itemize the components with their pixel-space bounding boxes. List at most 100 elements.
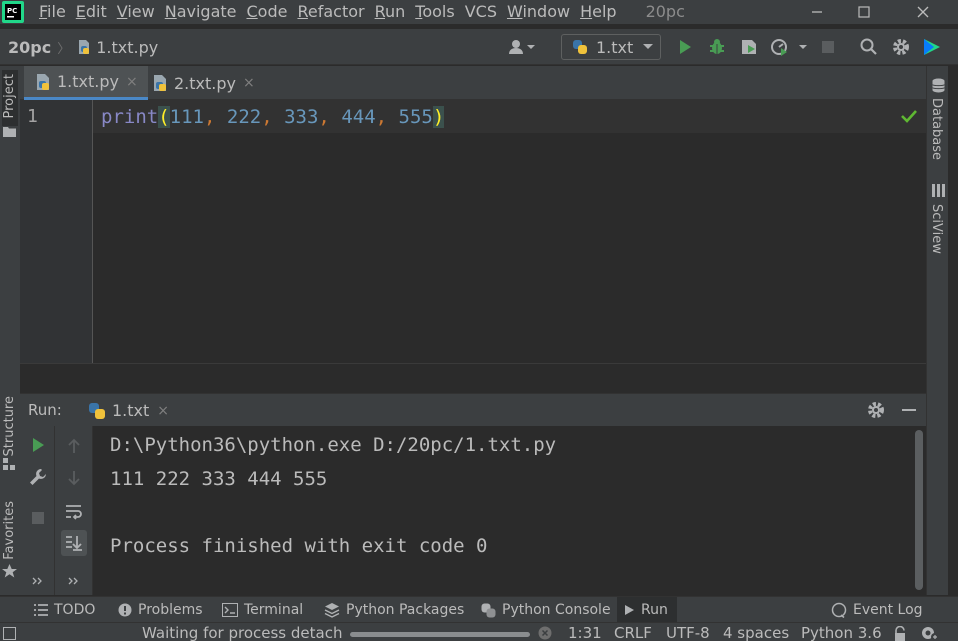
settings-gear-icon[interactable] xyxy=(867,401,885,419)
run-configuration-selector[interactable]: 1.txt xyxy=(561,34,661,60)
maximize-button[interactable] xyxy=(841,0,887,24)
event-log-tool-button[interactable]: Event Log xyxy=(825,597,929,623)
menu-label: un xyxy=(385,2,406,21)
more-actions-icon[interactable] xyxy=(28,571,48,591)
terminal-tool-button[interactable]: Terminal xyxy=(216,597,309,623)
cancel-process-icon[interactable] xyxy=(538,626,552,640)
menu-item-code[interactable]: Code xyxy=(242,0,293,24)
todo-tool-button[interactable]: TODO xyxy=(28,597,101,623)
menu-label: VCS xyxy=(464,2,497,21)
indent-setting[interactable]: 4 spaces xyxy=(723,623,789,641)
structure-tool-button[interactable]: Structure xyxy=(2,396,17,456)
warning-circle-icon xyxy=(118,603,132,617)
settings-gear-icon[interactable] xyxy=(891,37,911,57)
debug-icon[interactable] xyxy=(707,37,727,57)
database-icon xyxy=(932,78,945,93)
tab-close-icon[interactable]: × xyxy=(243,75,255,91)
wrench-icon[interactable] xyxy=(28,467,48,487)
python-packages-tool-button[interactable]: Python Packages xyxy=(318,597,470,623)
console-scrollbar-thumb[interactable] xyxy=(915,430,923,590)
menu-item-navigate[interactable]: Navigate xyxy=(160,0,242,24)
menu-item-file[interactable]: File xyxy=(34,0,71,24)
run-tab-close-icon[interactable]: × xyxy=(157,403,169,419)
stop-icon[interactable] xyxy=(28,508,48,528)
problems-tool-button[interactable]: Problems xyxy=(112,597,209,623)
run-toolbar-secondary xyxy=(55,426,93,595)
code-comma: , xyxy=(203,106,227,128)
sciview-tool-button[interactable]: SciView xyxy=(929,204,944,254)
code-comma: , xyxy=(261,106,285,128)
breadcrumb-separator: 〉 xyxy=(57,41,71,57)
editor-empty-area xyxy=(20,363,926,393)
database-tool-button[interactable]: Database xyxy=(929,98,944,160)
scroll-to-end-icon[interactable] xyxy=(61,530,87,556)
run-with-coverage-icon[interactable] xyxy=(739,37,759,57)
menu-item-edit[interactable]: Edit xyxy=(71,0,112,24)
problems-label: Problems xyxy=(138,602,203,618)
navigation-bar: 20pc 〉 1.txt.py 1.txt xyxy=(0,29,958,65)
inspection-ok-check-icon[interactable] xyxy=(898,106,920,126)
python-console-label: Python Console xyxy=(502,602,611,618)
hide-panel-icon[interactable] xyxy=(900,401,918,419)
code-number: 555 xyxy=(398,106,433,128)
left-tool-strip: Project Structure Favorites xyxy=(0,66,20,595)
lock-icon[interactable] xyxy=(893,626,907,641)
search-icon[interactable] xyxy=(859,37,879,57)
breadcrumb-project[interactable]: 20pc xyxy=(8,38,51,57)
tab-2-txt-py[interactable]: 2.txt.py × xyxy=(141,66,265,100)
menu-item-window[interactable]: Window xyxy=(502,0,575,24)
run-icon[interactable] xyxy=(675,37,695,57)
tab-1-txt-py[interactable]: 1.txt.py × xyxy=(24,66,148,100)
more-actions-icon[interactable] xyxy=(64,571,84,591)
python-interpreter[interactable]: Python 3.6 xyxy=(801,623,882,641)
breadcrumb: 20pc 〉 1.txt.py xyxy=(8,29,158,65)
python-console-tool-button[interactable]: Python Console xyxy=(475,597,617,623)
arrow-down-icon[interactable] xyxy=(64,468,84,488)
python-file-icon xyxy=(151,74,169,92)
menu-mnemonic: E xyxy=(75,2,86,21)
tab-close-icon[interactable]: × xyxy=(126,74,138,90)
menu-item-vcs[interactable]: VCS xyxy=(460,0,502,24)
soft-wrap-icon[interactable] xyxy=(64,502,84,522)
line-separator[interactable]: CRLF xyxy=(614,623,652,641)
menu-label: iew xyxy=(127,2,155,21)
favorites-tool-button[interactable]: Favorites xyxy=(2,501,17,560)
jetbrains-toolbox-icon[interactable] xyxy=(922,37,942,57)
code-line[interactable]: print(111, 222, 333, 444, 555) xyxy=(101,106,445,128)
account-icon[interactable] xyxy=(507,37,539,57)
file-encoding[interactable]: UTF-8 xyxy=(666,623,710,641)
python-icon xyxy=(572,39,588,55)
project-tool-button[interactable]: Project xyxy=(2,70,18,126)
menu-item-run[interactable]: Run xyxy=(370,0,411,24)
console-scrollbar[interactable] xyxy=(913,426,926,595)
profile-icon[interactable] xyxy=(769,37,811,57)
run-panel-header: Run: 1.txt × xyxy=(20,393,926,427)
run-console-output[interactable]: D:\Python36\python.exe D:/20pc/1.txt.py … xyxy=(93,426,913,595)
breadcrumb-file[interactable]: 1.txt.py xyxy=(96,38,158,57)
inspector-settings-icon[interactable] xyxy=(920,625,940,641)
run-label: Run xyxy=(641,602,668,618)
todo-label: TODO xyxy=(54,602,96,618)
menu-label: elp xyxy=(592,2,617,21)
code-function-name: print xyxy=(101,106,159,128)
code-editor[interactable]: 1 print(111, 222, 333, 444, 555) xyxy=(20,100,926,363)
run-tab-1-txt[interactable]: 1.txt × xyxy=(80,394,178,427)
code-open-paren: ( xyxy=(158,106,170,128)
menu-item-tools[interactable]: Tools xyxy=(410,0,459,24)
sciview-icon xyxy=(932,184,945,197)
tool-window-bar: TODO Problems Terminal Python Packages P… xyxy=(0,596,958,623)
run-tool-button[interactable]: Run xyxy=(617,597,677,623)
run-tab-label: 1.txt xyxy=(112,401,150,420)
close-window-button[interactable] xyxy=(900,0,946,24)
menu-mnemonic: W xyxy=(506,2,523,21)
menu-item-view[interactable]: View xyxy=(112,0,160,24)
menu-item-help[interactable]: Help xyxy=(575,0,621,24)
arrow-up-icon[interactable] xyxy=(64,436,84,456)
tool-window-toggle-icon[interactable] xyxy=(3,627,16,640)
star-icon xyxy=(2,564,17,579)
minimize-button[interactable] xyxy=(794,0,840,24)
caret-position[interactable]: 1:31 xyxy=(568,623,602,641)
menu-item-refactor[interactable]: Refactor xyxy=(292,0,369,24)
stop-icon[interactable] xyxy=(818,37,838,57)
rerun-icon[interactable] xyxy=(28,435,48,455)
